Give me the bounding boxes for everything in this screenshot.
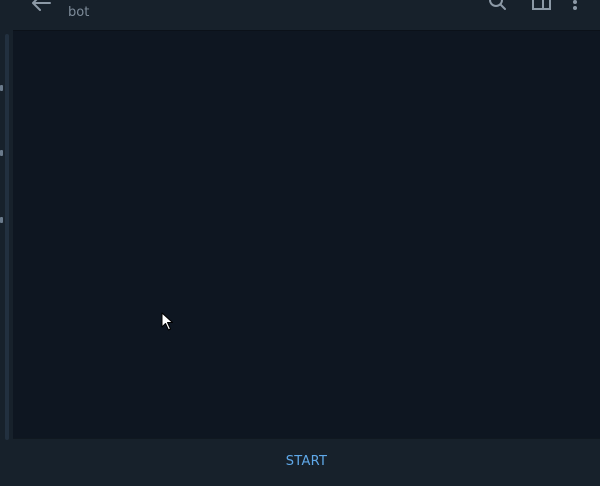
chat-footer: START <box>13 438 600 486</box>
chat-list-scrollbar[interactable] <box>5 34 9 440</box>
search-icon <box>489 0 506 10</box>
chat-header: bot <box>13 0 600 31</box>
more-options-button[interactable] <box>569 0 581 14</box>
message-area[interactable] <box>13 31 600 438</box>
chat-list-edge <box>0 0 13 486</box>
start-button-label: START <box>285 454 328 469</box>
more-vertical-icon <box>573 0 577 10</box>
back-button[interactable] <box>29 0 53 14</box>
clipped-text-glyph <box>0 217 3 223</box>
start-button[interactable]: START <box>13 439 600 486</box>
clipped-text-glyph <box>0 85 3 91</box>
mouse-cursor-icon <box>161 312 173 331</box>
sidebar-toggle-button[interactable] <box>531 0 553 14</box>
search-button[interactable] <box>487 0 509 14</box>
chat-subtitle: bot <box>68 5 90 20</box>
sidebar-panel-icon <box>532 0 551 10</box>
back-arrow-icon <box>32 0 51 11</box>
telegram-chat-window: bot START <box>0 0 600 486</box>
clipped-text-glyph <box>0 150 3 156</box>
